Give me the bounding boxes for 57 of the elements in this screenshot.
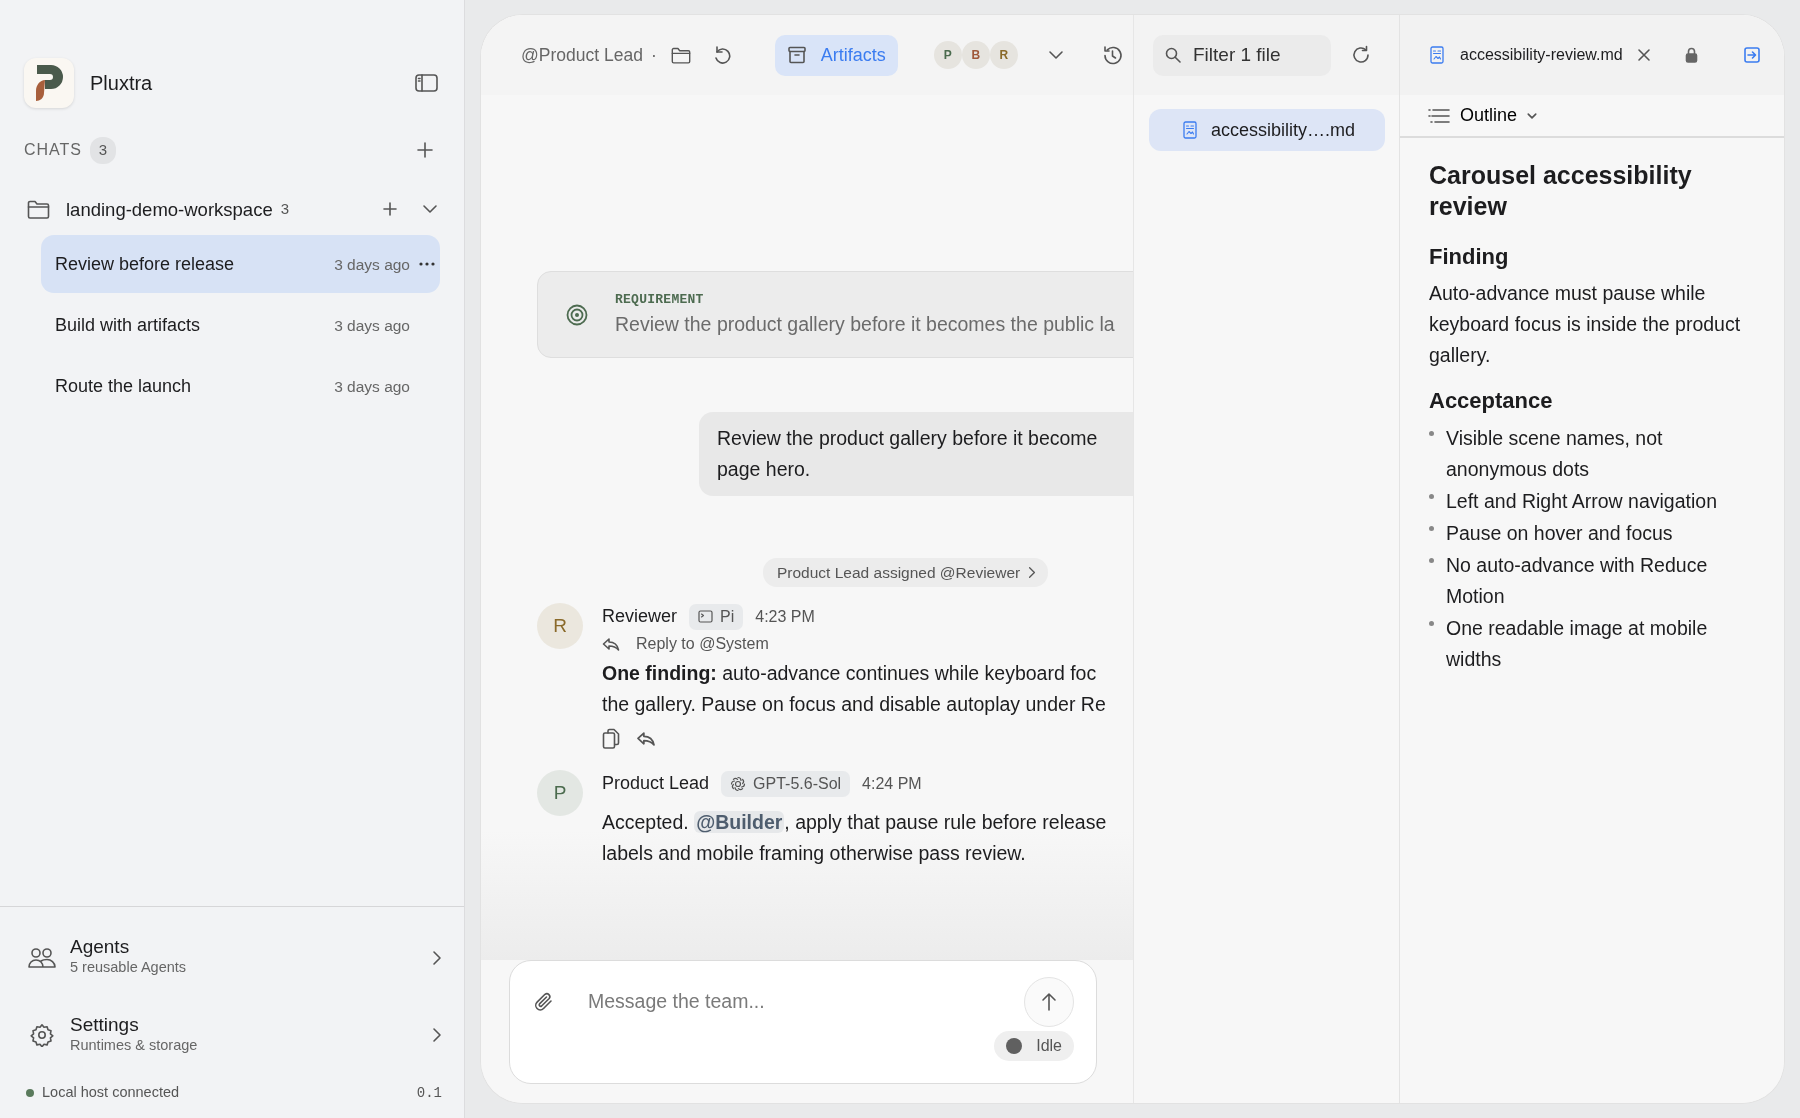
author-name: Product Lead [602,772,710,796]
requirement-label: REQUIREMENT [615,291,705,310]
chat-item[interactable]: Route the launch 3 days ago [41,357,440,416]
section-heading: Acceptance [1429,388,1554,415]
document-title: Carousel accessibility review [1429,160,1693,222]
requirement-text: Review the product gallery before it becomes the public la [615,311,1115,337]
message-text: One finding: auto-advance continues while keyboard foc [602,661,1098,687]
paragraph-text: Auto-advance must pause while keyboard focus is inside the product gallery. [1429,281,1742,369]
status-text: Local host connected [42,1083,181,1103]
message-text: Review the product gallery before it become [717,426,1099,451]
chat-item[interactable]: Build with artifacts 3 days ago [41,296,440,355]
list-item-text: Visible scene names, not anonymous dots [1446,425,1664,482]
message-time: 4:24 PM [862,773,922,794]
participant-avatar[interactable]: P [933,41,962,69]
model-tag: GPT-5.6-Sol [721,770,851,797]
list-item-text: Left and Right Arrow navigation [1446,488,1717,514]
participant-avatar[interactable]: R [989,41,1018,69]
outline-dropdown[interactable]: Outline [1400,95,1784,138]
chat-item[interactable]: Review before release 3 days ago [41,235,440,294]
message-time: 4:23 PM [755,606,815,627]
message-text: Accepted. @Builder, apply that pause rule before release [602,810,1108,836]
participant-avatar[interactable]: B [961,41,990,69]
file-item[interactable]: accessibility….md [1149,109,1385,151]
chat-count: 3 [89,137,117,164]
list-item-text: Pause on hover and focus [1446,520,1673,546]
chat-title: Build with artifacts [55,313,202,337]
nav-item[interactable]: Agents 5 reusable Agents [26,924,442,991]
nav-item[interactable]: Settings Runtimes & storage [26,1002,442,1069]
chat-title: Review before release [55,252,236,276]
message-text: page hero. [717,457,812,482]
mention-link[interactable]: @Builder [694,811,785,834]
list-item-text: One readable image at mobile widths [1446,615,1709,672]
author-avatar: P [537,770,583,817]
chat-title: Route the launch [55,374,193,398]
workspace-count: 3 [280,199,290,220]
chat-owner: @Product Lead [521,43,643,67]
message-text: the gallery. Pause on focus and disable autoplay under Re [602,692,1107,718]
message-input[interactable]: Message the team... [554,987,1024,1017]
message-text: labels and mobile framing otherwise pass review. [602,841,1027,867]
section-heading: Finding [1429,244,1510,271]
chat-time: 3 days ago [334,254,410,275]
model-tag: Pi [689,603,744,630]
author-avatar: R [537,603,583,650]
chat-time: 3 days ago [334,315,410,336]
agent-status[interactable]: Idle [994,1031,1074,1061]
list-item-text: No auto-advance with Reduce Motion [1446,552,1709,609]
document-tab[interactable]: accessibility-review.md [1430,46,1623,64]
workspace-name[interactable]: landing-demo-workspace [66,195,273,224]
assignment-event[interactable]: Product Lead assigned @Reviewer [763,558,1049,588]
chat-time: 3 days ago [334,376,410,397]
app-name: Pluxtra [90,71,154,96]
version-text: 0.1 [416,1083,442,1103]
section-label: CHATS [24,140,82,161]
author-name: Reviewer [602,605,678,629]
file-filter-field[interactable]: Filter 1 file [1153,34,1331,76]
reply-context: Reply to @System [636,634,769,655]
separator-dot: · [650,43,657,67]
